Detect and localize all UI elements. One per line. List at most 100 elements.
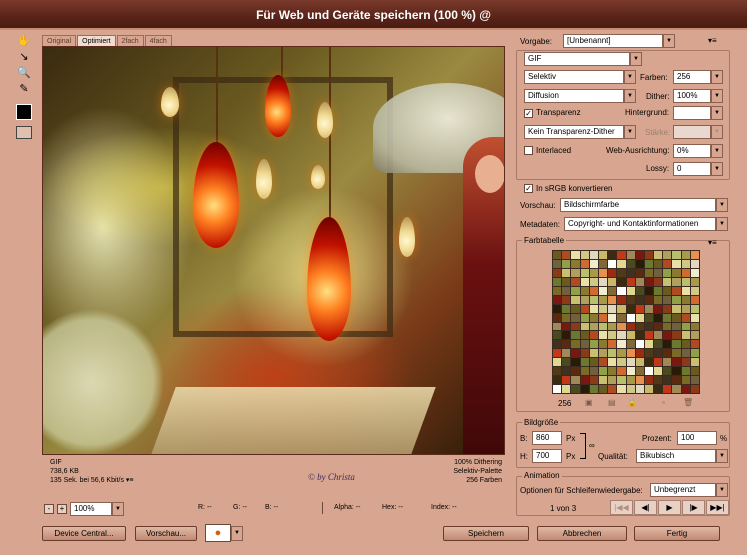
color-swatch[interactable] xyxy=(626,331,635,340)
color-swatch[interactable] xyxy=(608,322,617,331)
color-swatch[interactable] xyxy=(672,385,681,393)
color-swatch[interactable] xyxy=(681,322,690,331)
color-swatch[interactable] xyxy=(644,259,654,268)
lock-icon[interactable]: 🔒 xyxy=(627,398,637,408)
color-swatch[interactable] xyxy=(580,340,589,349)
zoom-tool-icon[interactable]: 🔍 xyxy=(16,66,32,80)
color-swatch[interactable] xyxy=(663,349,672,358)
color-swatch[interactable] xyxy=(598,385,608,393)
color-swatch[interactable] xyxy=(690,277,699,286)
color-swatch[interactable] xyxy=(608,277,617,286)
color-swatch[interactable] xyxy=(598,331,608,340)
color-swatch[interactable] xyxy=(644,304,654,313)
color-swatch[interactable] xyxy=(589,286,598,295)
chevron-down-icon[interactable]: ▼ xyxy=(716,449,728,463)
color-swatch[interactable] xyxy=(598,376,608,385)
color-swatch[interactable] xyxy=(571,376,580,385)
color-swatch[interactable] xyxy=(644,322,654,331)
color-swatch[interactable] xyxy=(553,376,562,385)
color-swatch[interactable] xyxy=(608,313,617,322)
speichern-button[interactable]: Speichern xyxy=(443,526,529,541)
color-swatch[interactable] xyxy=(562,268,571,277)
color-swatch[interactable] xyxy=(626,322,635,331)
chevron-down-icon[interactable]: ▼ xyxy=(112,502,124,516)
color-swatch[interactable] xyxy=(608,304,617,313)
chevron-down-icon[interactable]: ▼ xyxy=(624,70,636,84)
metadaten-select[interactable]: Copyright- und Kontaktinformationen xyxy=(564,217,716,231)
color-swatch[interactable] xyxy=(571,277,580,286)
color-swatch[interactable] xyxy=(589,358,598,367)
color-swatch[interactable] xyxy=(598,295,608,304)
color-swatch[interactable] xyxy=(608,385,617,393)
color-swatch[interactable] xyxy=(644,313,654,322)
color-swatch[interactable] xyxy=(663,286,672,295)
color-swatch[interactable] xyxy=(589,322,598,331)
color-swatch[interactable] xyxy=(589,277,598,286)
qualitaet-select[interactable]: Bikubisch xyxy=(636,449,716,463)
color-swatch[interactable] xyxy=(690,251,699,259)
color-swatch[interactable] xyxy=(626,259,635,268)
fertig-button[interactable]: Fertig xyxy=(634,526,720,541)
color-swatch[interactable] xyxy=(672,340,681,349)
trash-icon[interactable]: 🗑 xyxy=(683,398,693,408)
color-swatch[interactable] xyxy=(589,349,598,358)
hand-tool-icon[interactable]: ✋ xyxy=(16,34,32,48)
color-swatch[interactable] xyxy=(562,358,571,367)
color-swatch[interactable] xyxy=(626,251,635,259)
farben-input[interactable]: 256 xyxy=(673,70,711,84)
color-swatch[interactable] xyxy=(562,340,571,349)
color-swatch[interactable] xyxy=(562,295,571,304)
color-swatch[interactable] xyxy=(580,358,589,367)
vorgabe-select[interactable]: [Unbenannt] xyxy=(563,34,663,48)
transparent-map-icon[interactable]: ▤ xyxy=(608,398,616,408)
color-swatch[interactable] xyxy=(681,286,690,295)
color-swatch[interactable] xyxy=(553,251,562,259)
color-swatch[interactable] xyxy=(672,367,681,376)
color-swatch[interactable] xyxy=(635,295,644,304)
color-swatch[interactable] xyxy=(617,385,626,393)
color-swatch[interactable] xyxy=(617,304,626,313)
web-ausrichtung-input[interactable]: 0% xyxy=(673,144,711,158)
color-swatch[interactable] xyxy=(571,358,580,367)
chevron-down-icon[interactable]: ▼ xyxy=(711,106,723,120)
color-swatch[interactable] xyxy=(562,304,571,313)
color-swatch[interactable] xyxy=(644,367,654,376)
color-swatch[interactable] xyxy=(598,286,608,295)
tab-4fach[interactable]: 4fach xyxy=(144,35,172,46)
color-swatch[interactable] xyxy=(672,251,681,259)
color-swatch[interactable] xyxy=(580,322,589,331)
color-swatch[interactable] xyxy=(681,313,690,322)
color-swatch[interactable] xyxy=(571,251,580,259)
color-swatch[interactable] xyxy=(654,286,663,295)
color-swatch[interactable] xyxy=(562,322,571,331)
color-swatch[interactable] xyxy=(663,277,672,286)
color-swatch[interactable] xyxy=(598,259,608,268)
color-swatch[interactable] xyxy=(617,313,626,322)
color-swatch[interactable] xyxy=(580,304,589,313)
color-swatch[interactable] xyxy=(580,313,589,322)
color-swatch[interactable] xyxy=(654,367,663,376)
color-swatch[interactable] xyxy=(654,304,663,313)
color-swatch[interactable] xyxy=(635,322,644,331)
color-swatch[interactable] xyxy=(644,286,654,295)
color-swatch[interactable] xyxy=(626,367,635,376)
chevron-down-icon[interactable]: ▼ xyxy=(711,89,723,103)
color-swatch[interactable] xyxy=(626,358,635,367)
color-swatch[interactable] xyxy=(644,340,654,349)
color-swatch[interactable] xyxy=(617,367,626,376)
eyedropper-tool-icon[interactable]: ✎ xyxy=(16,82,32,96)
color-swatch[interactable] xyxy=(598,313,608,322)
color-swatch[interactable] xyxy=(635,286,644,295)
dither-input[interactable]: 100% xyxy=(673,89,711,103)
color-swatch[interactable] xyxy=(571,295,580,304)
color-swatch[interactable] xyxy=(617,277,626,286)
color-swatch[interactable] xyxy=(562,313,571,322)
color-swatch[interactable] xyxy=(663,304,672,313)
color-swatch[interactable] xyxy=(644,358,654,367)
color-swatch[interactable] xyxy=(598,304,608,313)
color-swatch[interactable] xyxy=(608,358,617,367)
color-swatch[interactable] xyxy=(589,367,598,376)
color-swatch[interactable] xyxy=(571,313,580,322)
color-swatch[interactable] xyxy=(626,295,635,304)
color-swatch[interactable] xyxy=(553,277,562,286)
